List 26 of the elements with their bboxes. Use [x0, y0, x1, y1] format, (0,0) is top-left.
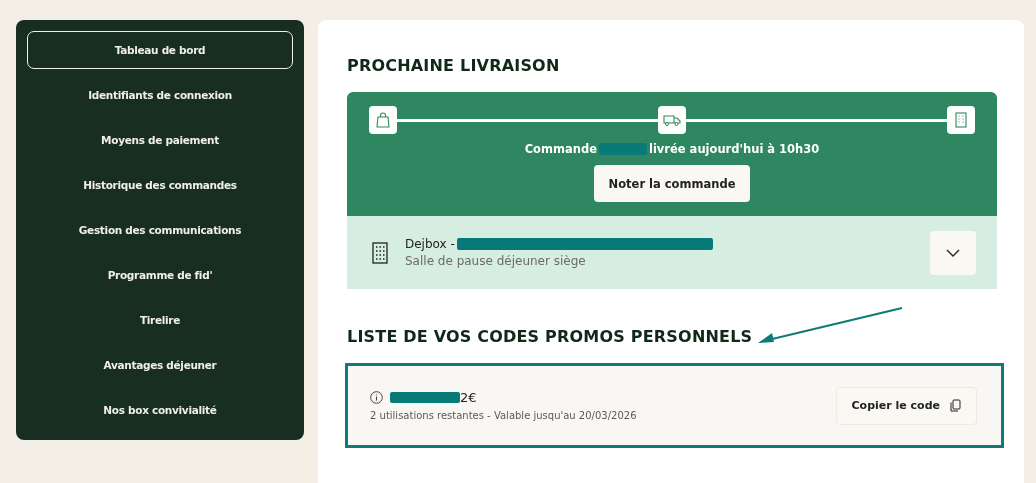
sidebar-item[interactable]: Gestion des communications — [27, 211, 293, 249]
chevron-down-icon — [946, 248, 960, 257]
status-text: livrée aujourd'hui à 10h30 — [648, 142, 820, 156]
rate-order-button[interactable]: Noter la commande — [593, 165, 751, 202]
expand-button[interactable] — [930, 230, 976, 275]
sidebar-item[interactable]: Nos box convivialité — [27, 391, 293, 429]
sidebar-item[interactable]: Avantages déjeuner — [27, 346, 293, 384]
redaction-bar — [598, 143, 647, 155]
building-icon — [371, 240, 389, 265]
status-text: Commande — [524, 142, 597, 156]
sidebar-item[interactable]: Programme de fid' — [27, 256, 293, 294]
promo-details: 2 utilisations restantes - Valable jusqu'au 20/03/2026 — [370, 410, 638, 421]
location-name: Dejbox - — [405, 237, 455, 251]
section-title: PROCHAINE LIVRAISON — [347, 56, 561, 75]
sidebar-item[interactable]: Tirelire — [27, 301, 293, 339]
section-title: LISTE DE VOS CODES PROMOS PERSONNELS — [347, 327, 754, 346]
location-detail: Salle de pause déjeuner siège — [405, 254, 587, 268]
sidebar-item[interactable]: Moyens de paiement — [27, 121, 293, 159]
sidebar-item[interactable]: Identifiants de connexion — [27, 76, 293, 114]
promo-amount: 2€ — [460, 390, 477, 405]
sidebar-item[interactable]: Historique des commandes — [27, 166, 293, 204]
sidebar-item[interactable]: Tableau de bord — [27, 31, 293, 69]
info-icon — [370, 391, 383, 404]
redaction-bar — [390, 392, 460, 403]
copy-icon — [950, 399, 961, 412]
copy-code-button[interactable]: Copier le code — [835, 386, 977, 425]
